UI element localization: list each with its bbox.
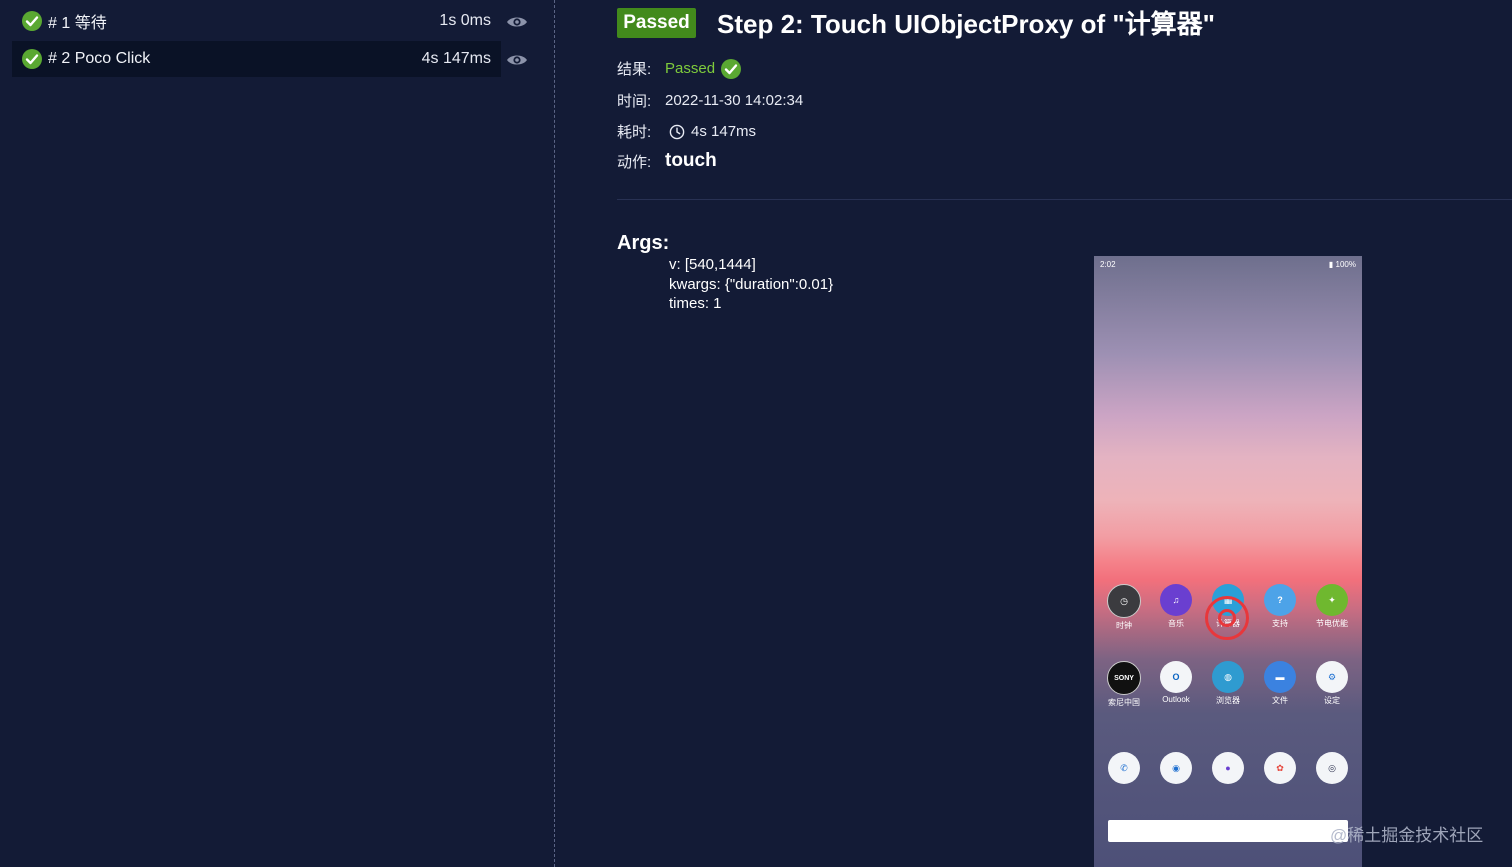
- battery-saver-icon: ✦: [1316, 584, 1348, 616]
- step-list: # 1 等待 1s 0ms # 2 Poco Click 4s 147ms: [0, 0, 554, 867]
- help-icon: ?: [1264, 584, 1296, 616]
- files-icon: ▬: [1264, 661, 1296, 693]
- duration-label: 耗时:: [617, 124, 652, 141]
- app-outlook: O Outlook: [1154, 661, 1198, 704]
- dock-camera: ◎: [1310, 752, 1354, 784]
- arg-item: times: 1: [669, 295, 722, 312]
- time-value: 2022-11-30 14:02:34: [665, 92, 804, 109]
- check-circle-icon: [721, 58, 742, 79]
- sony-icon: SONY: [1107, 661, 1141, 695]
- app-files: ▬ 文件: [1258, 661, 1302, 706]
- arg-item: v: [540,1444]: [669, 256, 756, 273]
- outlook-icon: O: [1160, 661, 1192, 693]
- step-duration: 4s 147ms: [421, 50, 491, 67]
- args-title: Args:: [617, 232, 670, 254]
- status-time: 2:02: [1100, 260, 1116, 269]
- action-value: touch: [665, 150, 717, 171]
- search-bar: [1108, 820, 1348, 842]
- step-duration: 1s 0ms: [439, 12, 491, 29]
- check-circle-icon: [22, 49, 42, 69]
- clock-icon: [669, 124, 685, 139]
- dock-contacts: ●: [1206, 752, 1250, 784]
- dock-messages: ◉: [1154, 752, 1198, 784]
- photos-icon: ✿: [1264, 752, 1296, 784]
- app-sony: SONY 索尼中国: [1102, 661, 1146, 708]
- step-label: # 2 Poco Click: [48, 50, 151, 67]
- duration-row: 耗时: 4s 147ms: [617, 121, 756, 142]
- device-screenshot[interactable]: 2:02 ▮ 100% ◷ 时钟 ♫ 音乐 ▦ 计算器 ? 支持 ✦ 节电优能 …: [1094, 256, 1362, 867]
- status-bar: 2:02 ▮ 100%: [1100, 260, 1356, 272]
- eye-icon[interactable]: [506, 53, 528, 67]
- time-label: 时间:: [617, 93, 652, 110]
- app-support: ? 支持: [1258, 584, 1302, 629]
- camera-icon: ◎: [1316, 752, 1348, 784]
- phone-icon: ✆: [1108, 752, 1140, 784]
- result-label: 结果:: [617, 61, 652, 78]
- dock-photos: ✿: [1258, 752, 1302, 784]
- browser-icon: ◍: [1212, 661, 1244, 693]
- step-item-2[interactable]: # 2 Poco Click 4s 147ms: [12, 41, 501, 77]
- music-icon: ♫: [1160, 584, 1192, 616]
- duration-value: 4s 147ms: [691, 123, 757, 140]
- arg-item: kwargs: {"duration":0.01}: [669, 276, 834, 293]
- check-circle-icon: [22, 11, 42, 31]
- result-value: Passed: [665, 60, 716, 77]
- eye-icon[interactable]: [506, 15, 528, 29]
- messages-icon: ◉: [1160, 752, 1192, 784]
- app-browser: ◍ 浏览器: [1206, 661, 1250, 706]
- step-item-1[interactable]: # 1 等待 1s 0ms: [12, 3, 501, 39]
- app-music: ♫ 音乐: [1154, 584, 1198, 629]
- section-divider: [617, 199, 1512, 200]
- nav-bar: [1094, 853, 1362, 867]
- panel-divider: [554, 0, 555, 867]
- status-badge: Passed: [617, 8, 696, 38]
- result-row: 结果: Passed: [617, 58, 742, 79]
- clock-icon: ◷: [1107, 584, 1141, 618]
- watermark: @稀土掘金技术社区: [1330, 826, 1484, 845]
- app-settings: ⚙ 设定: [1310, 661, 1354, 706]
- app-battery-saver: ✦ 节电优能: [1310, 584, 1354, 629]
- time-row: 时间: 2022-11-30 14:02:34: [617, 90, 803, 111]
- settings-icon: ⚙: [1316, 661, 1348, 693]
- contacts-icon: ●: [1212, 752, 1244, 784]
- step-title: Step 2: Touch UIObjectProxy of "计算器": [717, 9, 1215, 39]
- app-clock: ◷ 时钟: [1102, 584, 1146, 631]
- action-row: 动作: touch: [617, 150, 717, 172]
- battery-icon: ▮ 100%: [1328, 260, 1356, 269]
- touch-marker: [1205, 596, 1249, 640]
- dock-phone: ✆: [1102, 752, 1146, 784]
- step-label: # 1 等待: [48, 15, 107, 32]
- action-label: 动作:: [617, 153, 652, 171]
